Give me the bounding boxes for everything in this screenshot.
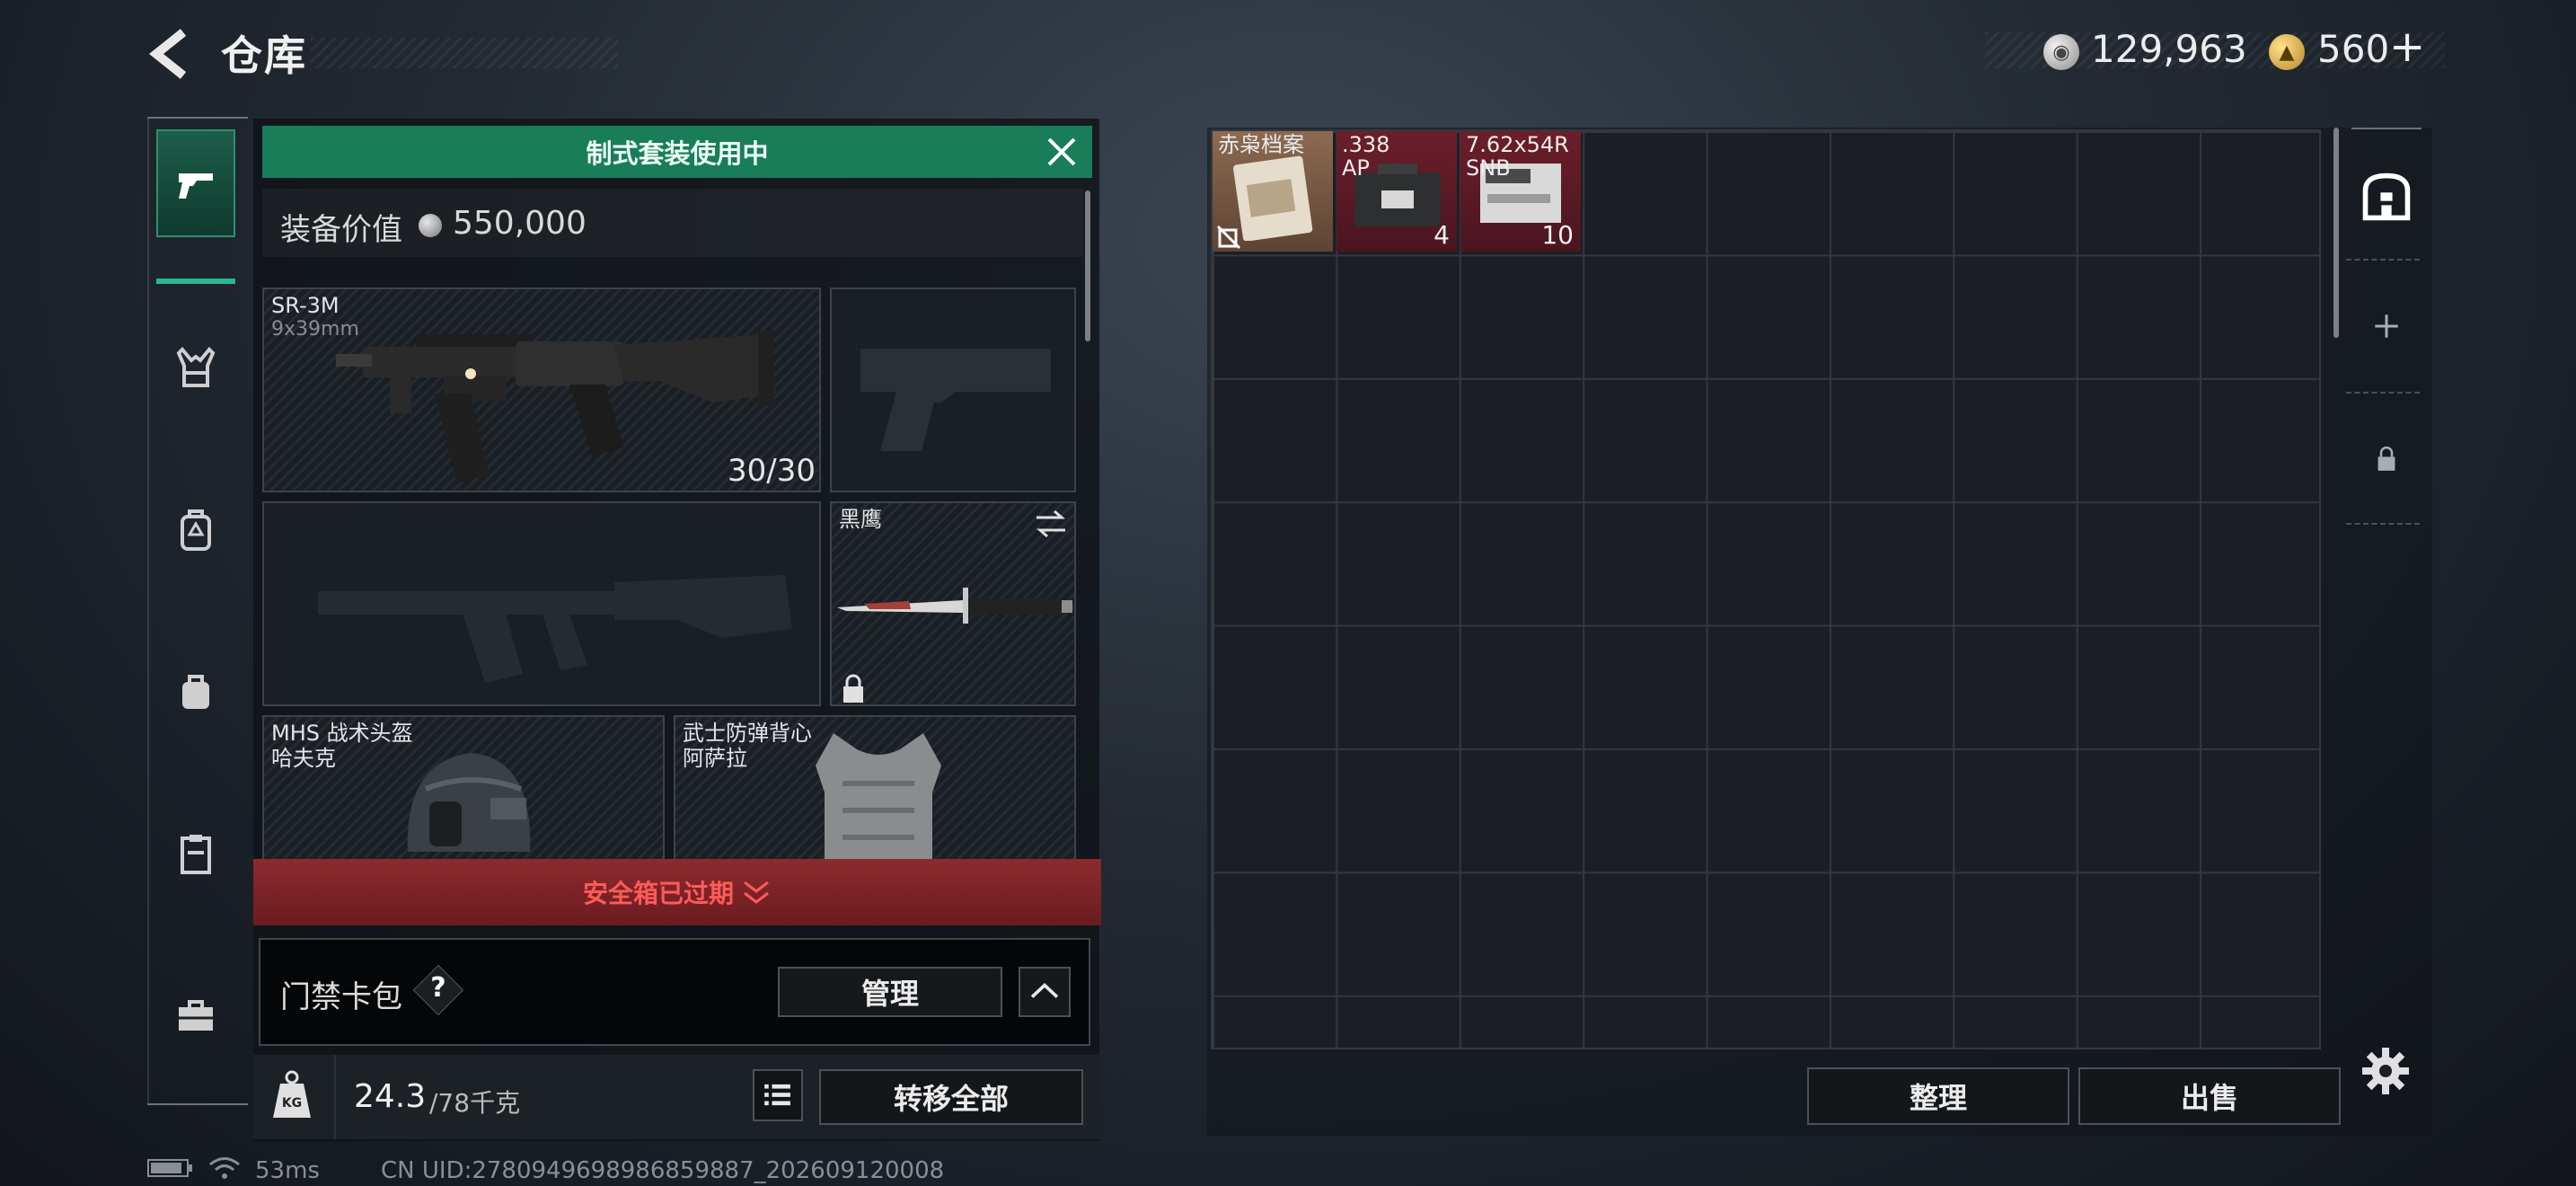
silver-coin-icon: ◉	[2043, 34, 2079, 70]
armor-name: 武士防弹背心	[683, 721, 812, 746]
close-icon	[1047, 137, 1076, 166]
sell-button[interactable]: 出售	[2078, 1067, 2341, 1125]
weight-icon-text: KG	[281, 1096, 303, 1111]
transfer-all-button[interactable]: 转移全部	[819, 1069, 1083, 1125]
nav-backpack[interactable]	[156, 476, 235, 584]
equipment-value-label: 装备价值	[280, 212, 402, 248]
helmet-image	[407, 753, 531, 852]
toolbox-icon	[179, 1000, 213, 1031]
keycard-pack-label: 门禁卡包	[280, 979, 402, 1015]
chevron-up-icon	[1030, 983, 1059, 998]
back-button[interactable]	[144, 27, 199, 81]
user-uid: CN UID:2780949698986859887_202609120008	[381, 1157, 945, 1184]
stash-grid[interactable]	[1211, 129, 2321, 1049]
pouch-icon	[182, 675, 209, 709]
document-image	[1233, 155, 1313, 241]
stash-side-divider	[2346, 523, 2420, 525]
pistol-slot[interactable]	[830, 288, 1076, 492]
nav-safebox[interactable]	[156, 800, 235, 907]
stash-scrollbar[interactable]	[2333, 128, 2339, 338]
sort-button[interactable]: 整理	[1807, 1067, 2069, 1125]
armor-brand: 阿萨拉	[683, 746, 747, 771]
loadout-scrollbar[interactable]	[1085, 190, 1090, 341]
nav-chest-rig[interactable]	[156, 314, 235, 422]
nav-active-indicator	[156, 279, 235, 284]
armor-slot[interactable]: 武士防弹背心 阿萨拉	[674, 715, 1076, 868]
weight-divider	[334, 1055, 336, 1139]
backpack-icon	[181, 509, 211, 551]
stash-side-divider	[2351, 128, 2422, 129]
nav-toolbox[interactable]	[156, 961, 235, 1069]
melee-slot[interactable]: 黑鹰	[830, 501, 1076, 706]
gear-icon	[2362, 1048, 2409, 1094]
nav-divider	[147, 117, 248, 119]
pistol-icon	[179, 173, 213, 199]
weapon-name: SR-3M	[271, 293, 340, 318]
silver-coin-icon	[419, 214, 442, 237]
lock-icon	[843, 674, 863, 703]
safebox-expired-text: 安全箱已过期	[582, 879, 734, 908]
melee-name: 黑鹰	[839, 507, 882, 532]
silver-balance: 129,963	[2091, 27, 2247, 71]
item-count: 10	[1541, 220, 1574, 250]
nav-divider	[147, 1103, 248, 1105]
swap-icon[interactable]	[1033, 509, 1069, 539]
gold-balance: 560	[2317, 27, 2390, 71]
item-count: 4	[1434, 220, 1450, 250]
vest-image	[816, 733, 941, 866]
stash-side-divider	[2346, 259, 2420, 261]
lock-icon	[2378, 446, 2395, 471]
item-label: 7.62x54R SNB	[1466, 132, 1569, 181]
ping-value: 53ms	[255, 1157, 320, 1184]
stash-item[interactable]: 7.62x54R SNB 10	[1460, 131, 1581, 252]
preset-banner: 制式套装使用中	[262, 126, 1092, 178]
page-title: 仓库	[221, 31, 307, 80]
stash-home-button[interactable]	[2357, 167, 2416, 226]
safebox-expired-bar[interactable]: 安全箱已过期	[253, 859, 1101, 925]
wifi-icon	[209, 1157, 240, 1179]
plus-icon	[2375, 314, 2398, 338]
collapse-button[interactable]	[1019, 967, 1071, 1017]
weight-current: 24.3	[354, 1078, 427, 1115]
safebox-icon	[181, 835, 211, 874]
battery-icon	[147, 1159, 192, 1177]
helmet-slot[interactable]: MHS 战术头盔 哈夫克	[262, 715, 665, 868]
close-banner-button[interactable]	[1042, 133, 1081, 171]
helmet-brand: 哈夫克	[271, 746, 336, 771]
item-label: 赤枭档案	[1218, 132, 1304, 157]
non-tradable-icon	[1216, 225, 1241, 250]
list-view-button[interactable]	[753, 1069, 803, 1121]
weight-icon: KG	[271, 1069, 313, 1120]
item-label: .338 AP	[1342, 132, 1390, 181]
nav-rail	[147, 117, 149, 1105]
stash-item[interactable]: 赤枭档案	[1213, 131, 1333, 252]
gold-coin-icon: ▲	[2269, 34, 2305, 70]
list-icon	[764, 1084, 790, 1106]
settings-button[interactable]	[2360, 1046, 2411, 1096]
rifle-placeholder-icon	[318, 575, 792, 683]
nav-pouch[interactable]	[156, 638, 235, 746]
chevron-down-icon	[744, 881, 769, 904]
nav-weapons[interactable]	[156, 129, 235, 237]
pistol-placeholder-icon	[860, 349, 1051, 451]
knife-image	[837, 588, 1072, 624]
primary-weapon-slot[interactable]: SR-3M 9x39mm 30/30	[262, 288, 821, 492]
chest-rig-icon	[176, 347, 216, 387]
help-icon: ?	[430, 972, 446, 1004]
secondary-weapon-slot[interactable]	[262, 501, 821, 706]
add-stash-page-button[interactable]	[2357, 296, 2416, 356]
locked-stash-page[interactable]	[2357, 429, 2416, 489]
stash-item[interactable]: .338 AP 4	[1337, 131, 1457, 252]
add-currency-button[interactable]: +	[2389, 22, 2425, 72]
stash-side-divider	[2346, 392, 2420, 394]
stash-home-icon	[2362, 173, 2411, 221]
weight-max: /78千克	[429, 1088, 521, 1118]
back-arrow-icon	[148, 29, 187, 79]
title-decoration	[311, 38, 618, 68]
equipment-value: 550,000	[453, 205, 587, 242]
magazine-count: 30/30	[728, 453, 816, 489]
manage-button[interactable]: 管理	[778, 967, 1002, 1017]
status-bar	[147, 1154, 243, 1182]
